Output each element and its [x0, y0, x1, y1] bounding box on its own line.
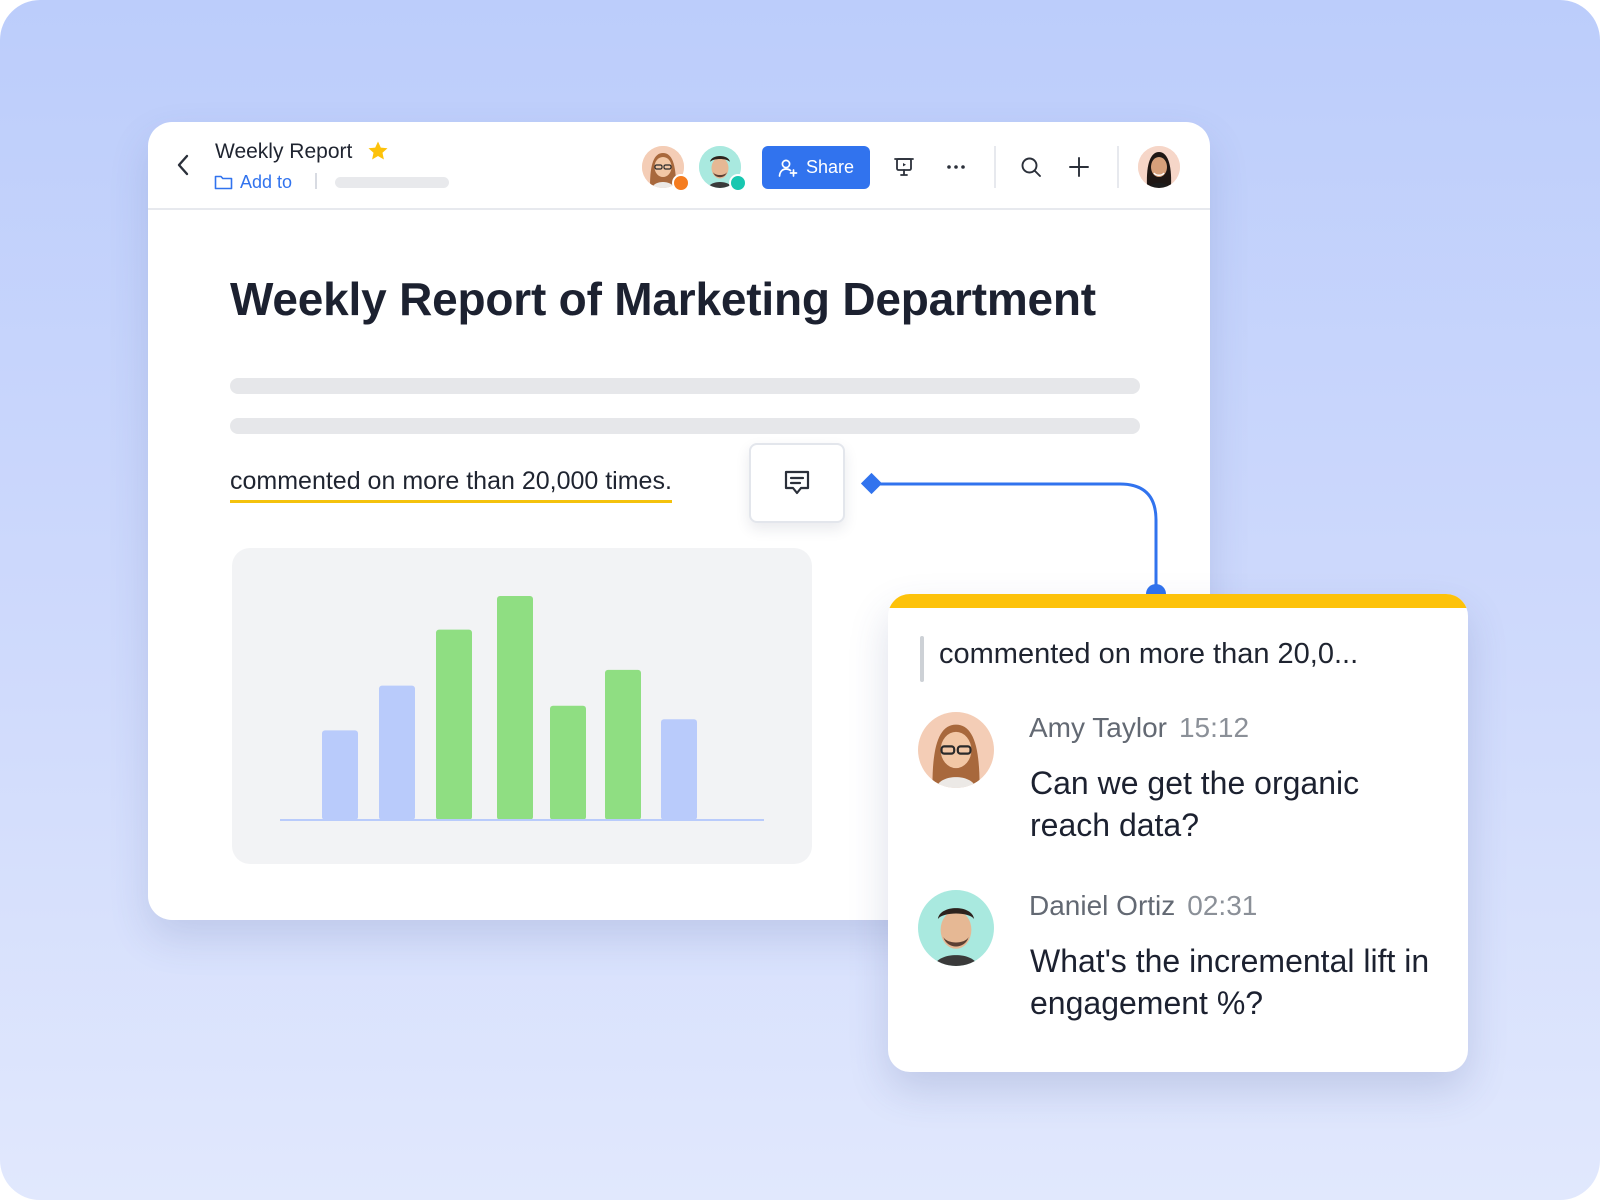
chart-bar	[379, 685, 415, 820]
comment-message: Can we get the organic reach data?	[1030, 765, 1360, 843]
chart-bar	[322, 730, 358, 820]
search-button[interactable]	[1016, 152, 1046, 182]
doc-header: Weekly Report Add to Share	[148, 122, 1210, 210]
background-canvas: Weekly Report Add to Share Weekly Report…	[0, 0, 1600, 1200]
man-avatar-icon	[918, 890, 994, 966]
user-avatar-icon	[1138, 146, 1180, 188]
panel-accent-bar	[888, 594, 1468, 608]
chart-bar	[497, 596, 533, 820]
presence-dot	[729, 174, 747, 192]
share-button[interactable]: Share	[762, 146, 870, 189]
comment-message: What's the incremental lift in engagemen…	[1030, 943, 1430, 1021]
quote-bar	[920, 636, 924, 682]
comment-time: 02:31	[1187, 890, 1258, 921]
presence-dot	[672, 174, 690, 192]
chart-card	[232, 548, 812, 864]
share-label: Share	[805, 157, 855, 177]
more-button[interactable]	[941, 152, 971, 182]
add-to-folder-link[interactable]: Add to	[214, 170, 292, 194]
quoted-text: commented on more than 20,0...	[939, 638, 1359, 670]
doc-title: Weekly Report	[215, 140, 353, 163]
add-comment-button[interactable]	[749, 443, 845, 523]
star-icon[interactable]	[366, 139, 390, 163]
chart-bar	[436, 629, 472, 820]
comment-avatar-amy[interactable]	[918, 712, 994, 788]
comment-panel: commented on more than 20,0... Amy Taylo…	[888, 594, 1468, 1072]
chart-bar	[605, 669, 641, 820]
comment-author: Daniel Ortiz 02:31	[1029, 890, 1257, 922]
author-name: Daniel Ortiz	[1029, 890, 1176, 921]
comment-icon	[784, 470, 810, 495]
back-button[interactable]	[168, 150, 198, 180]
chart-bar	[550, 705, 586, 820]
divider	[315, 173, 317, 189]
add-user-icon	[778, 159, 798, 177]
bar-chart	[280, 596, 764, 821]
current-user-avatar[interactable]	[1138, 146, 1180, 188]
toolbar-divider	[994, 146, 996, 188]
path-placeholder	[335, 177, 449, 188]
woman-avatar-icon	[918, 712, 994, 788]
more-horizontal-icon	[947, 165, 965, 169]
text-placeholder-line	[230, 378, 1140, 394]
comment-time: 15:12	[1178, 712, 1250, 743]
presentation-icon	[894, 158, 914, 176]
chart-bar	[661, 719, 697, 820]
search-icon	[1021, 157, 1041, 177]
text-placeholder-line	[230, 418, 1140, 434]
comment-avatar-daniel[interactable]	[918, 890, 994, 966]
add-to-label: Add to	[240, 171, 293, 192]
page-title: Weekly Report of Marketing Department	[230, 273, 1096, 325]
highlighted-text[interactable]: commented on more than 20,000 times.	[230, 467, 672, 503]
present-button[interactable]	[889, 152, 919, 182]
comment-author: Amy Taylor 15:12	[1029, 712, 1249, 744]
folder-icon	[214, 175, 233, 190]
author-name: Amy Taylor	[1029, 712, 1167, 743]
plus-icon	[1069, 157, 1089, 177]
toolbar-divider	[1117, 146, 1119, 188]
add-button[interactable]	[1064, 152, 1094, 182]
chevron-left-icon	[177, 154, 189, 176]
